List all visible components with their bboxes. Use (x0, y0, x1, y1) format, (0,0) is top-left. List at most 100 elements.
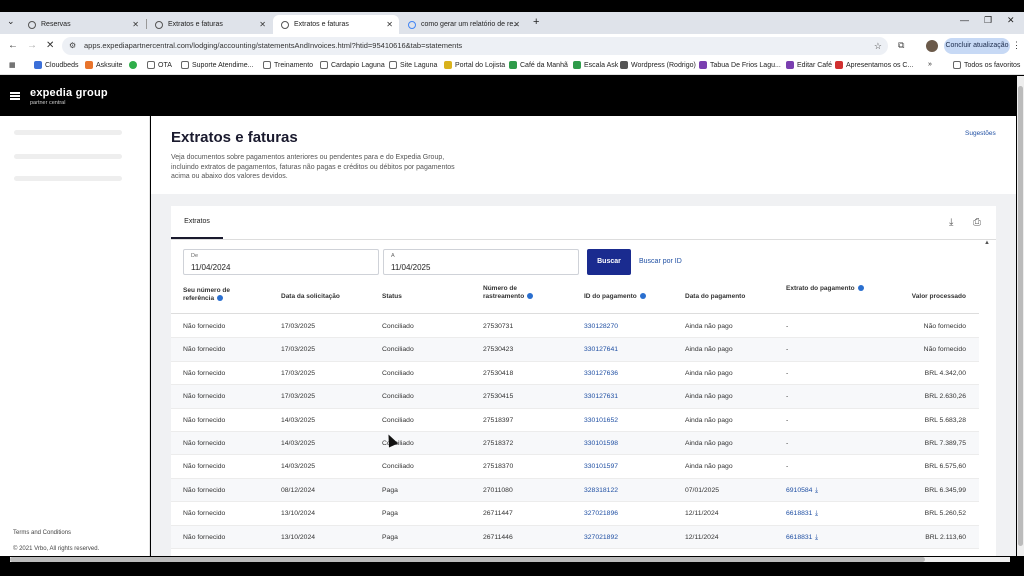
stop-loading-icon[interactable]: ✕ (46, 40, 54, 51)
forward-arrow-icon[interactable]: → (27, 40, 37, 51)
bookmark-editar-cafe[interactable]: Editar Café (786, 61, 832, 69)
cell-tracking: 27530418 (483, 369, 514, 377)
table-row[interactable]: Não fornecido 17/03/2025 Conciliado 2753073… (171, 315, 979, 339)
bookmark-folder-site[interactable]: Site Laguna (389, 61, 437, 69)
info-icon[interactable] (639, 293, 646, 300)
table-row[interactable]: Não fornecido 17/03/2025 Conciliado 2753042… (171, 338, 979, 362)
bookmark-all-favorites[interactable]: Todos os favoritos (953, 61, 1020, 69)
close-icon[interactable]: ✕ (132, 20, 139, 29)
cell-payment-id[interactable]: 330128270 (584, 323, 618, 330)
table-row[interactable]: Não fornecido 13/10/2024 Paga 26711447 32702… (171, 502, 979, 526)
bookmark-folder-ota[interactable]: OTA (147, 61, 172, 69)
bookmark-folder-treinamento[interactable]: Treinamento (263, 61, 313, 69)
browser-tab-2[interactable]: Extratos e faturas ✕ (147, 15, 272, 34)
site-info-icon[interactable]: ⚙ (69, 37, 76, 55)
browser-tab-3-active[interactable]: Extratos e faturas ✕ (273, 15, 399, 34)
download-icon[interactable]: ⤓ (815, 534, 818, 542)
cell-payment-id[interactable]: 330101598 (584, 440, 618, 447)
bookmark-green[interactable] (129, 61, 140, 69)
bookmark-folder-suporte[interactable]: Suporte Atendime... (181, 61, 253, 69)
table-row[interactable]: Não fornecido 13/10/2024 Paga 26711446 32702… (171, 525, 979, 549)
cell-payment-id[interactable]: 327021896 (584, 510, 618, 517)
cell-payment-id[interactable]: 330127631 (584, 393, 618, 400)
scrollbar-thumb[interactable] (10, 557, 925, 562)
info-icon[interactable] (217, 295, 224, 302)
bookmark-apresentamos[interactable]: Apresentamos os C... (835, 61, 913, 69)
table-row[interactable]: Não fornecido 17/03/2025 Conciliado 2753041… (171, 385, 979, 409)
new-tab-plus-icon[interactable]: + (533, 16, 539, 28)
bookmark-cloudbeds[interactable]: Cloudbeds (34, 61, 78, 69)
apps-grid-icon[interactable]: ▦ (9, 61, 16, 69)
scroll-up-arrow-icon[interactable]: ▲ (984, 240, 990, 246)
cell-payment-id[interactable]: 330127636 (584, 370, 618, 377)
tab-title: Extratos e faturas (294, 21, 349, 28)
download-icon[interactable]: ⤓ (815, 510, 818, 518)
cell-payment-id[interactable]: 330127641 (584, 346, 618, 353)
brand-logo[interactable]: expedia group (30, 87, 108, 99)
close-icon[interactable]: ✕ (259, 20, 266, 29)
header-reference: Seu número de referência (183, 287, 253, 303)
update-button[interactable]: Concluir atualização (944, 38, 1010, 54)
tab-extratos[interactable]: Extratos (171, 206, 223, 239)
table-row[interactable]: Não fornecido 14/03/2025 Conciliado 2751837… (171, 432, 979, 456)
extensions-icon[interactable]: ⧉ (898, 40, 904, 51)
profile-avatar[interactable] (926, 40, 938, 52)
cell-status: Conciliado (382, 369, 414, 377)
bookmark-asksuite[interactable]: Asksuite (85, 61, 122, 69)
bookmark-escala[interactable]: Escala Ask (573, 61, 618, 69)
header-label: ID do pagamento (584, 293, 637, 300)
bookmark-wordpress[interactable]: Wordpress (Rodrigo) (620, 61, 696, 69)
minimize-icon[interactable]: — (960, 15, 969, 25)
table-row[interactable]: Não fornecido 17/03/2025 Conciliado 2753041… (171, 362, 979, 386)
bookmark-cafe[interactable]: Café da Manhã (509, 61, 568, 69)
header-payment-id: ID do pagamento (584, 293, 646, 301)
search-by-id-link[interactable]: Buscar por ID (639, 258, 682, 265)
scrollbar-thumb[interactable] (1018, 86, 1023, 546)
url-field[interactable]: ⚙ apps.expediapartnercentral.com/lodging… (62, 37, 888, 55)
close-icon[interactable]: ✕ (513, 20, 520, 29)
restore-icon[interactable]: ❐ (984, 15, 992, 26)
browser-tab-bar: ⌄ Reservas ✕ Extratos e faturas ✕ Extrat… (0, 12, 1024, 34)
cell-payment-id[interactable]: 330101597 (584, 463, 618, 470)
bookmark-star-icon[interactable]: ☆ (874, 37, 882, 55)
cell-reference: Não fornecido (183, 440, 226, 447)
cell-payment-id[interactable]: 327021892 (584, 534, 618, 541)
download-icon[interactable]: ⤓ (949, 217, 953, 228)
info-icon[interactable] (527, 293, 534, 300)
tab-search-icon[interactable]: ⌄ (7, 16, 15, 27)
app-header: expedia group partner central (0, 76, 1016, 116)
download-icon[interactable]: ⤓ (815, 487, 818, 495)
table-row[interactable]: Não fornecido 14/03/2025 Conciliado 2751839… (171, 409, 979, 432)
info-icon[interactable] (857, 285, 864, 292)
bookmark-tabua[interactable]: Tabua De Frios Lagu... (699, 61, 781, 69)
browser-menu-icon[interactable]: ⋮ (1012, 40, 1021, 51)
cell-status: Conciliado (382, 346, 414, 354)
close-icon[interactable]: ✕ (386, 20, 393, 29)
cell-status: Paga (382, 533, 398, 541)
date-from-field[interactable]: De 11/04/2024 (183, 249, 379, 275)
cell-payment-statement[interactable]: 6618831 (786, 510, 812, 517)
search-button[interactable]: Buscar (587, 249, 631, 275)
table-row[interactable]: Não fornecido 14/03/2025 Conciliado 2751837… (171, 455, 979, 479)
cell-payment-statement[interactable]: 6618831 (786, 534, 812, 541)
browser-tab-4[interactable]: como gerar um relatório de re... ✕ (400, 15, 526, 34)
horizontal-scrollbar[interactable] (10, 557, 1010, 562)
page-header: Extratos e faturas Veja documentos sobre… (151, 116, 1016, 194)
terms-link[interactable]: Terms and Conditions (13, 530, 71, 536)
print-icon[interactable]: ⎙ (973, 217, 981, 228)
bookmark-portal[interactable]: Portal do Lojista (444, 61, 505, 69)
bookmark-label: Portal do Lojista (455, 61, 506, 69)
browser-tab-1[interactable]: Reservas ✕ (20, 15, 145, 34)
close-window-icon[interactable]: ✕ (1007, 15, 1015, 26)
vertical-scrollbar[interactable] (1017, 76, 1024, 556)
hamburger-menu-icon[interactable] (10, 92, 20, 100)
back-arrow-icon[interactable]: ← (8, 40, 18, 51)
date-to-field[interactable]: A 11/04/2025 (383, 249, 579, 275)
cell-payment-id[interactable]: 328318122 (584, 487, 618, 494)
cell-payment-id[interactable]: 330101652 (584, 417, 618, 424)
cell-payment-statement[interactable]: 6910584 (786, 487, 812, 494)
table-row[interactable]: Não fornecido 08/12/2024 Paga 27011080 32831… (171, 478, 979, 503)
bookmark-folder-cardapio[interactable]: Cardapio Laguna (320, 61, 385, 69)
suggestions-link[interactable]: Sugestões (965, 130, 996, 137)
bookmarks-overflow-icon[interactable]: » (928, 61, 932, 68)
